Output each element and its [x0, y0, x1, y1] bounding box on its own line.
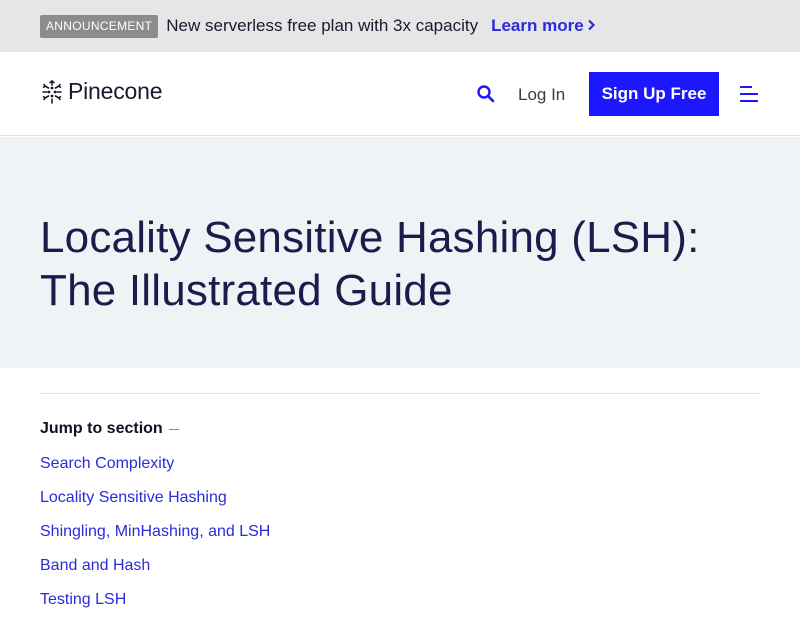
- announcement-bar: ANNOUNCEMENT New serverless free plan wi…: [0, 0, 800, 52]
- toc-item-band-and-hash[interactable]: Band and Hash: [40, 556, 270, 590]
- page-title: Locality Sensitive Hashing (LSH): The Il…: [40, 211, 760, 317]
- pinecone-logo-icon: [42, 79, 62, 104]
- search-button[interactable]: [476, 84, 496, 104]
- jump-to-section-label: Jump to section: [40, 420, 163, 437]
- sign-up-button[interactable]: Sign Up Free: [589, 72, 719, 116]
- content-divider: [40, 393, 760, 394]
- page-title-line-2: The Illustrated Guide: [40, 266, 453, 315]
- hero-section: Locality Sensitive Hashing (LSH): The Il…: [0, 137, 800, 368]
- learn-more-label: Learn more: [491, 16, 584, 35]
- chevron-right-icon: [587, 18, 596, 35]
- logo-text: Pinecone: [68, 78, 163, 104]
- login-link[interactable]: Log In: [518, 85, 565, 105]
- hamburger-menu-icon: [740, 86, 758, 102]
- toc-item-locality-sensitive-hashing[interactable]: Locality Sensitive Hashing: [40, 488, 270, 522]
- logo[interactable]: Pinecone: [40, 78, 163, 105]
- toc-item-testing-lsh[interactable]: Testing LSH: [40, 590, 270, 624]
- table-of-contents: Search Complexity Locality Sensitive Has…: [40, 454, 270, 624]
- toc-item-search-complexity[interactable]: Search Complexity: [40, 454, 270, 488]
- page-title-line-1: Locality Sensitive Hashing (LSH):: [40, 213, 700, 262]
- jump-to-section-heading: Jump to section: [40, 420, 179, 438]
- learn-more-link[interactable]: Learn more: [491, 16, 596, 36]
- dash-icon: [168, 428, 179, 430]
- site-header: Pinecone Log In Sign Up Free: [0, 52, 800, 136]
- search-icon: [477, 85, 495, 103]
- menu-button[interactable]: [738, 84, 760, 104]
- announcement-badge: ANNOUNCEMENT: [40, 14, 159, 38]
- announcement-text: New serverless free plan with 3x capacit…: [166, 16, 479, 35]
- toc-item-shingling-minhashing-lsh[interactable]: Shingling, MinHashing, and LSH: [40, 522, 270, 556]
